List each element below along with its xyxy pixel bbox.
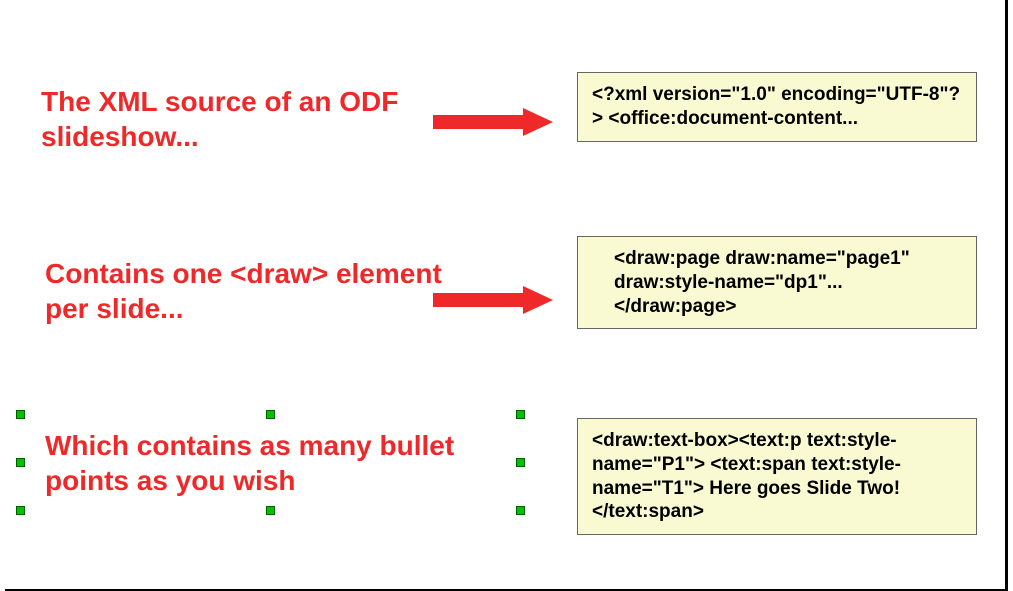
slide-canvas: The XML source of an ODF slideshow... <?… bbox=[5, 0, 1008, 591]
resize-handle-icon[interactable] bbox=[16, 410, 25, 419]
resize-handle-icon[interactable] bbox=[16, 458, 25, 467]
resize-handle-icon[interactable] bbox=[516, 458, 525, 467]
row-1-label: The XML source of an ODF slideshow... bbox=[41, 84, 441, 154]
selection-box[interactable] bbox=[20, 414, 520, 510]
row-2-code: <draw:page draw:name="page1" draw:style-… bbox=[577, 236, 977, 329]
resize-handle-icon[interactable] bbox=[266, 506, 275, 515]
arrow-icon bbox=[433, 108, 555, 136]
row-3-code: <draw:text-box><text:p text:style-name="… bbox=[577, 418, 977, 535]
row-1-code: <?xml version="1.0" encoding="UTF-8"?> <… bbox=[577, 72, 977, 142]
resize-handle-icon[interactable] bbox=[516, 410, 525, 419]
resize-handle-icon[interactable] bbox=[266, 410, 275, 419]
row-2-label: Contains one <draw> element per slide... bbox=[45, 256, 445, 326]
resize-handle-icon[interactable] bbox=[516, 506, 525, 515]
arrow-icon bbox=[433, 286, 555, 314]
resize-handle-icon[interactable] bbox=[16, 506, 25, 515]
